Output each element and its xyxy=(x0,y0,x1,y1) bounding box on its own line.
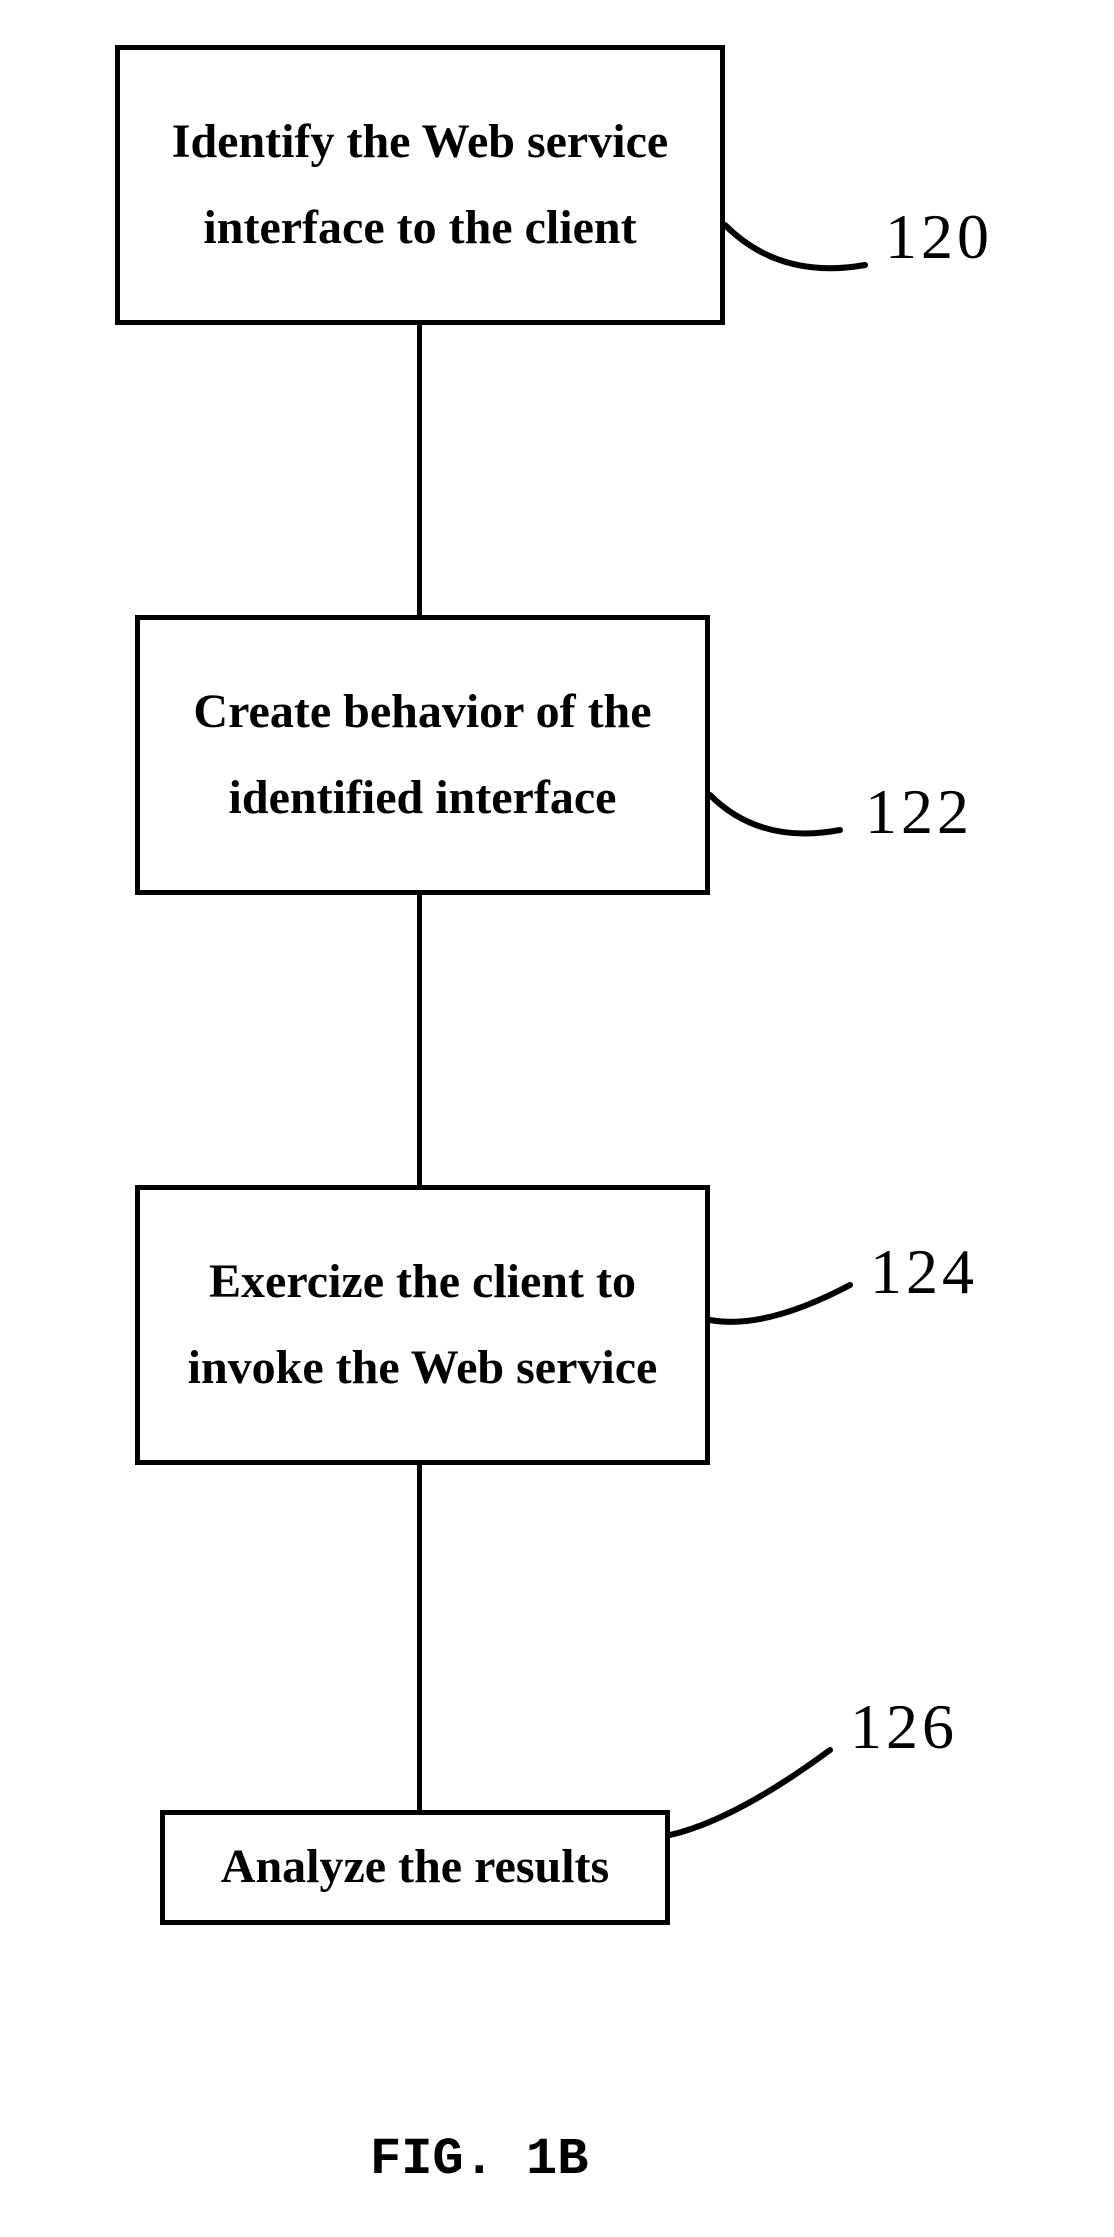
flowchart-canvas: Identify the Web service interface to th… xyxy=(0,0,1114,2237)
step-box-4: Analyze the results xyxy=(160,1810,670,1925)
callout-line-2 xyxy=(705,790,845,880)
connector-2-3 xyxy=(417,895,422,1185)
step-text-2: Create behavior of the identified interf… xyxy=(160,669,685,842)
callout-line-3 xyxy=(705,1275,855,1365)
step-label-3: 124 xyxy=(870,1235,978,1309)
step-label-2: 122 xyxy=(865,775,973,849)
step-label-4: 126 xyxy=(850,1690,958,1764)
step-label-1: 120 xyxy=(885,200,993,274)
callout-line-4 xyxy=(665,1740,835,1850)
callout-line-1 xyxy=(720,220,870,310)
step-box-3: Exercize the client to invoke the Web se… xyxy=(135,1185,710,1465)
step-text-3: Exercize the client to invoke the Web se… xyxy=(160,1239,685,1412)
step-text-4: Analyze the results xyxy=(221,1824,609,1910)
connector-3-4 xyxy=(417,1465,422,1810)
step-text-1: Identify the Web service interface to th… xyxy=(140,99,700,272)
connector-1-2 xyxy=(417,325,422,615)
step-box-1: Identify the Web service interface to th… xyxy=(115,45,725,325)
step-box-2: Create behavior of the identified interf… xyxy=(135,615,710,895)
figure-caption: FIG. 1B xyxy=(370,2130,588,2189)
